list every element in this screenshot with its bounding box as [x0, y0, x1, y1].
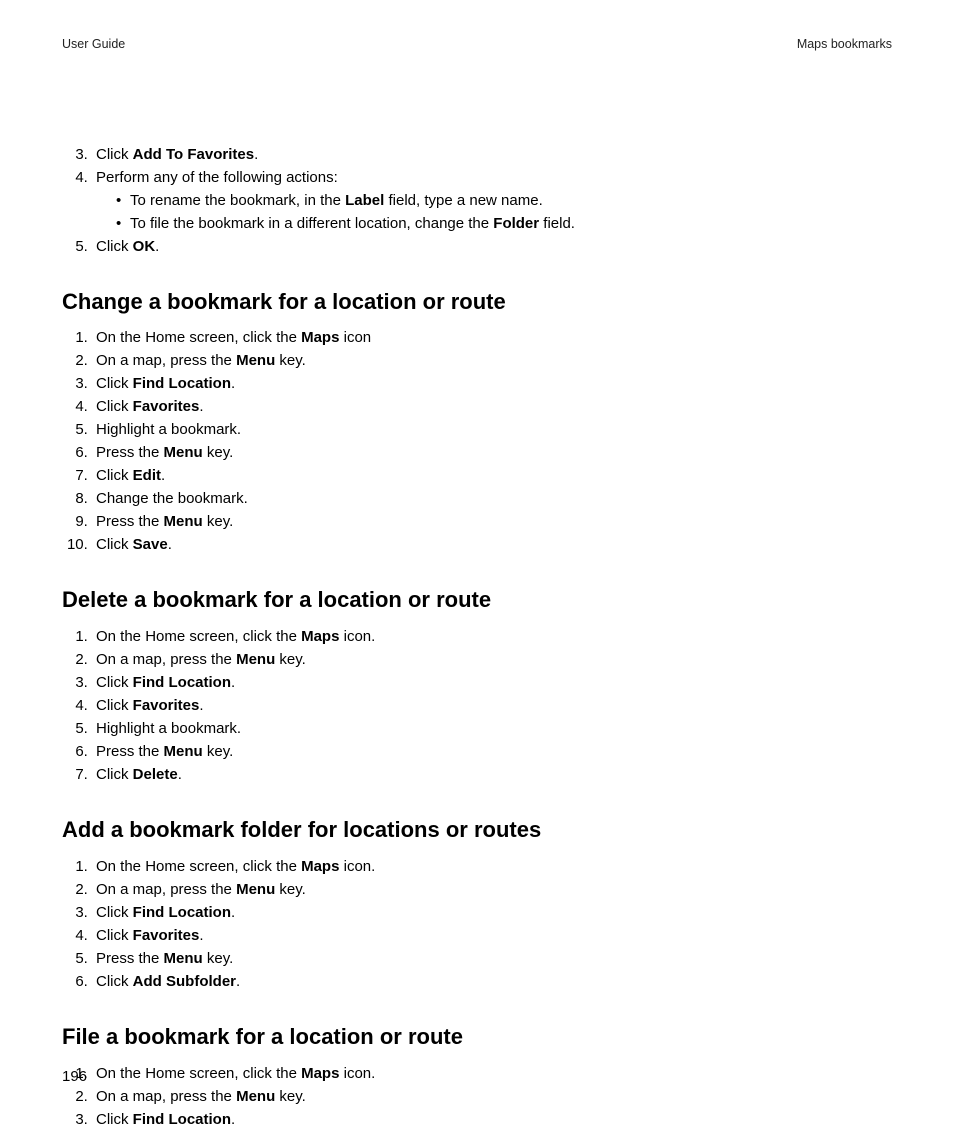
- list-item: On the Home screen, click the Maps icon.: [92, 1063, 892, 1084]
- header-left: User Guide: [62, 36, 125, 54]
- section-heading: Change a bookmark for a location or rout…: [62, 287, 892, 318]
- list-item: Click Find Location.: [92, 1109, 892, 1130]
- section-heading: File a bookmark for a location or route: [62, 1022, 892, 1053]
- list-item: Highlight a bookmark.: [92, 718, 892, 739]
- section-heading: Delete a bookmark for a location or rout…: [62, 585, 892, 616]
- list-item: Click Add Subfolder.: [92, 971, 892, 992]
- sub-list: To rename the bookmark, in the Label fie…: [96, 190, 892, 234]
- page-header: User Guide Maps bookmarks: [62, 36, 892, 54]
- page-number: 196: [62, 1066, 87, 1087]
- list-item: Click Find Location.: [92, 672, 892, 693]
- list-item: Click Add To Favorites.: [92, 144, 892, 165]
- list-item: Click OK.: [92, 236, 892, 257]
- sub-list-item: To file the bookmark in a different loca…: [116, 213, 892, 234]
- list-item: Click Favorites.: [92, 925, 892, 946]
- list-item: Press the Menu key.: [92, 741, 892, 762]
- list-item: On a map, press the Menu key.: [92, 649, 892, 670]
- section-list: On the Home screen, click the Maps icon.…: [62, 1063, 892, 1130]
- list-item: Click Save.: [92, 534, 892, 555]
- section-list: On the Home screen, click the Maps icon.…: [62, 626, 892, 785]
- section-list: On the Home screen, click the Maps icon.…: [62, 856, 892, 992]
- list-item: On the Home screen, click the Maps icon.: [92, 626, 892, 647]
- list-item: Press the Menu key.: [92, 511, 892, 532]
- list-item: Perform any of the following actions:To …: [92, 167, 892, 234]
- list-item: On the Home screen, click the Maps icon.: [92, 856, 892, 877]
- list-item: Click Delete.: [92, 764, 892, 785]
- list-item: Click Favorites.: [92, 396, 892, 417]
- list-item: Click Find Location.: [92, 902, 892, 923]
- page-content: User Guide Maps bookmarks Click Add To F…: [0, 0, 954, 1145]
- list-item: Click Edit.: [92, 465, 892, 486]
- list-item: Highlight a bookmark.: [92, 419, 892, 440]
- header-right: Maps bookmarks: [797, 36, 892, 54]
- section-list: On the Home screen, click the Maps iconO…: [62, 327, 892, 555]
- list-item: Press the Menu key.: [92, 442, 892, 463]
- list-item: On a map, press the Menu key.: [92, 879, 892, 900]
- list-item: Press the Menu key.: [92, 948, 892, 969]
- list-item: On a map, press the Menu key.: [92, 1086, 892, 1107]
- list-item: Change the bookmark.: [92, 488, 892, 509]
- list-item: Click Find Location.: [92, 373, 892, 394]
- sections-container: Change a bookmark for a location or rout…: [62, 287, 892, 1130]
- list-item: On a map, press the Menu key.: [92, 350, 892, 371]
- continuation-list: Click Add To Favorites.Perform any of th…: [62, 144, 892, 257]
- list-item: On the Home screen, click the Maps icon: [92, 327, 892, 348]
- sub-list-item: To rename the bookmark, in the Label fie…: [116, 190, 892, 211]
- list-item: Click Favorites.: [92, 695, 892, 716]
- section-heading: Add a bookmark folder for locations or r…: [62, 815, 892, 846]
